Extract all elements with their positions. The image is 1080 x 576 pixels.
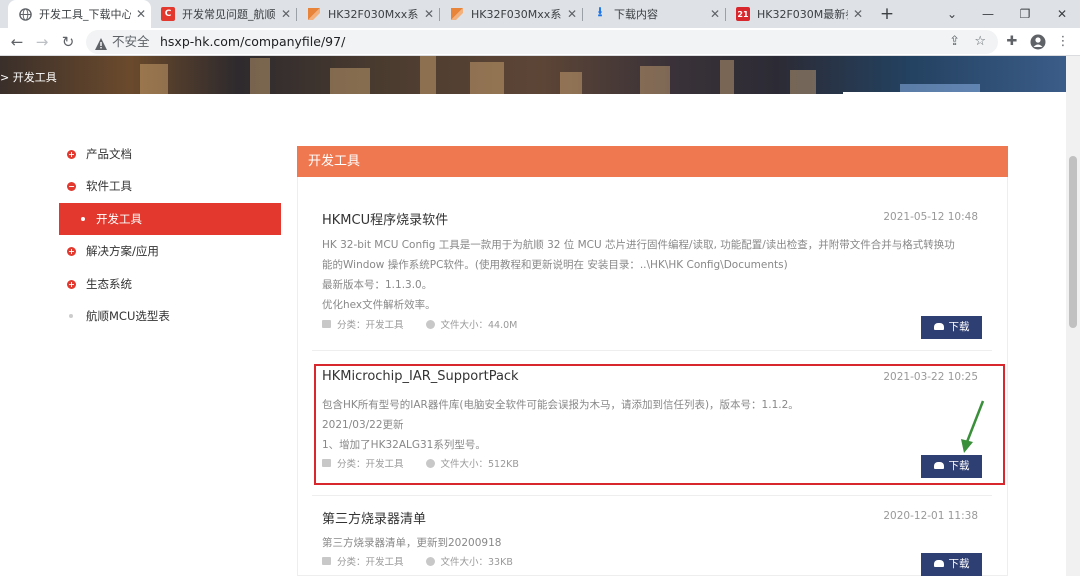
header-banner	[0, 56, 1080, 94]
forward-arrow-icon[interactable]: →	[31, 31, 53, 53]
item-desc-line: 最新版本号：1.1.3.0。	[322, 279, 433, 291]
download-button[interactable]: 下载	[921, 455, 982, 478]
close-tab-icon[interactable]: ✕	[562, 7, 582, 21]
item-title[interactable]: HKMCU程序烧录软件	[322, 209, 448, 228]
item-meta: 分类：开发工具 文件大小：33KB	[322, 554, 513, 568]
expand-plus-icon: +	[67, 247, 76, 256]
reload-icon[interactable]: ↻	[57, 31, 79, 53]
minimize-button[interactable]: —	[977, 3, 999, 25]
download-button[interactable]: 下载	[921, 316, 982, 339]
menu-icon[interactable]: ⋮	[1052, 31, 1074, 53]
c-logo-icon: C	[161, 7, 175, 21]
item-category: 分类：开发工具	[337, 320, 404, 331]
expand-plus-icon: +	[67, 280, 76, 289]
folder-icon	[322, 557, 331, 565]
item-desc-line: 1、增加了HK32ALG31系列型号。	[322, 439, 486, 451]
bullet-icon	[69, 314, 73, 318]
item-category: 分类：开发工具	[337, 557, 404, 568]
download-button[interactable]: 下载	[921, 553, 982, 576]
cloud-icon	[933, 560, 944, 567]
tab[interactable]: C 开发常见问题_航顺M ✕	[151, 0, 296, 28]
item-date: 2020-12-01 11:38	[883, 510, 978, 522]
tab[interactable]: ⭳ 下载内容 ✕	[583, 0, 725, 28]
sidebar-item-product-docs[interactable]: + 产品文档	[59, 138, 281, 170]
sidebar-item-software-tools[interactable]: − 软件工具	[59, 170, 281, 202]
close-tab-icon[interactable]: ✕	[705, 7, 725, 21]
share-icon[interactable]: ⇪	[949, 30, 960, 54]
tab[interactable]: 21 HK32F030M最新参考 ✕	[726, 0, 868, 28]
profile-avatar-icon[interactable]	[1027, 31, 1049, 53]
folder-icon	[322, 459, 331, 467]
close-tab-icon[interactable]: ✕	[848, 7, 868, 21]
warning-icon	[94, 35, 108, 50]
item-desc-line: 第三方烧录器清单，更新到20200918	[322, 537, 502, 549]
sidebar-item-dev-tools[interactable]: 开发工具	[59, 203, 281, 235]
breadcrumb[interactable]: > 开发工具	[0, 69, 57, 85]
item-meta: 分类：开发工具 文件大小：512KB	[322, 456, 519, 470]
close-tab-icon[interactable]: ✕	[276, 7, 296, 21]
tab-title: 下载内容	[614, 8, 658, 21]
globe-icon	[18, 7, 32, 21]
expand-plus-icon: +	[67, 150, 76, 159]
tab-strip: 开发工具_下载中心_流 ✕ C 开发常见问题_航顺M ✕ HK32F030Mxx…	[0, 0, 1080, 28]
sidebar-item-ecosystem[interactable]: + 生态系统	[59, 268, 281, 300]
item-size: 文件大小：512KB	[440, 459, 519, 470]
browser-toolbar: ← → ↻ 不安全 hsxp-hk.com/companyfile/97/ ⇪ …	[0, 28, 1080, 56]
size-icon	[425, 319, 435, 329]
close-window-button[interactable]: ✕	[1051, 3, 1073, 25]
item-title[interactable]: 第三方烧录器清单	[322, 508, 426, 527]
folder-icon	[322, 320, 331, 328]
size-icon	[425, 458, 435, 468]
tab[interactable]: HK32F030Mxx系列开 ✕	[297, 0, 439, 28]
tab-title: 开发工具_下载中心_流	[39, 8, 131, 21]
address-bar[interactable]: 不安全 hsxp-hk.com/companyfile/97/ ⇪ ☆	[86, 30, 998, 54]
url-text[interactable]: hsxp-hk.com/companyfile/97/	[160, 30, 345, 54]
close-tab-icon[interactable]: ✕	[131, 7, 151, 21]
insecure-label: 不安全	[112, 34, 150, 49]
item-desc-line: 2021/03/22更新	[322, 419, 404, 431]
item-date: 2021-03-22 10:25	[883, 371, 978, 383]
download-icon: ⭳	[597, 5, 603, 20]
item-title[interactable]: HKMicrochip_IAR_SupportPack	[322, 369, 519, 384]
item-meta: 分类：开发工具 文件大小：44.0M	[322, 317, 517, 331]
item-size: 文件大小：44.0M	[440, 320, 518, 331]
21-logo-icon: 21	[736, 7, 750, 21]
tab-title: HK32F030Mxx系列开	[328, 8, 419, 21]
cloud-icon	[933, 323, 944, 330]
item-category: 分类：开发工具	[337, 459, 404, 470]
item-desc-line: 包含HK所有型号的IAR器件库(电脑安全软件可能会误报为木马，请添加到信任列表)…	[322, 399, 799, 411]
item-date: 2021-05-12 10:48	[883, 211, 978, 223]
tab[interactable]: HK32F030Mxx系列M ✕	[440, 0, 582, 28]
sidebar-item-mcu-selection[interactable]: 航顺MCU选型表	[59, 300, 281, 332]
extensions-icon[interactable]: ✚	[1001, 31, 1023, 53]
tab-title: 开发常见问题_航顺M	[182, 8, 276, 21]
size-icon	[425, 556, 435, 566]
tab-title: HK32F030M最新参考	[757, 8, 848, 21]
scrollbar-thumb[interactable]	[1069, 156, 1077, 328]
bullet-icon	[81, 217, 85, 221]
item-desc-line: HK 32-bit MCU Config 工具是一款用于为航顺 32 位 MCU…	[322, 239, 955, 251]
restore-button[interactable]: ❐	[1014, 3, 1036, 25]
new-tab-button[interactable]: +	[876, 3, 898, 25]
panel-title: 开发工具	[297, 146, 1008, 177]
close-tab-icon[interactable]: ✕	[419, 7, 439, 21]
green-arrow-icon	[961, 400, 985, 453]
cloud-icon	[933, 462, 944, 469]
item-desc-line: 优化hex文件解析效率。	[322, 299, 436, 311]
flag-icon	[307, 7, 321, 21]
tab-search-icon[interactable]: ⌄	[941, 3, 963, 25]
tab-title: HK32F030Mxx系列M	[471, 8, 562, 21]
back-arrow-icon[interactable]: ←	[6, 31, 28, 53]
item-size: 文件大小：33KB	[440, 557, 513, 568]
tab-active[interactable]: 开发工具_下载中心_流 ✕	[8, 0, 151, 28]
sidebar-item-solutions[interactable]: + 解决方案/应用	[59, 235, 281, 267]
flag-icon	[450, 7, 464, 21]
bookmark-star-icon[interactable]: ☆	[974, 30, 986, 54]
item-desc-line: 能的Window 操作系统PC软件。(使用教程和更新说明在 安装目录：..\HK…	[322, 259, 788, 271]
collapse-minus-icon: −	[67, 182, 76, 191]
